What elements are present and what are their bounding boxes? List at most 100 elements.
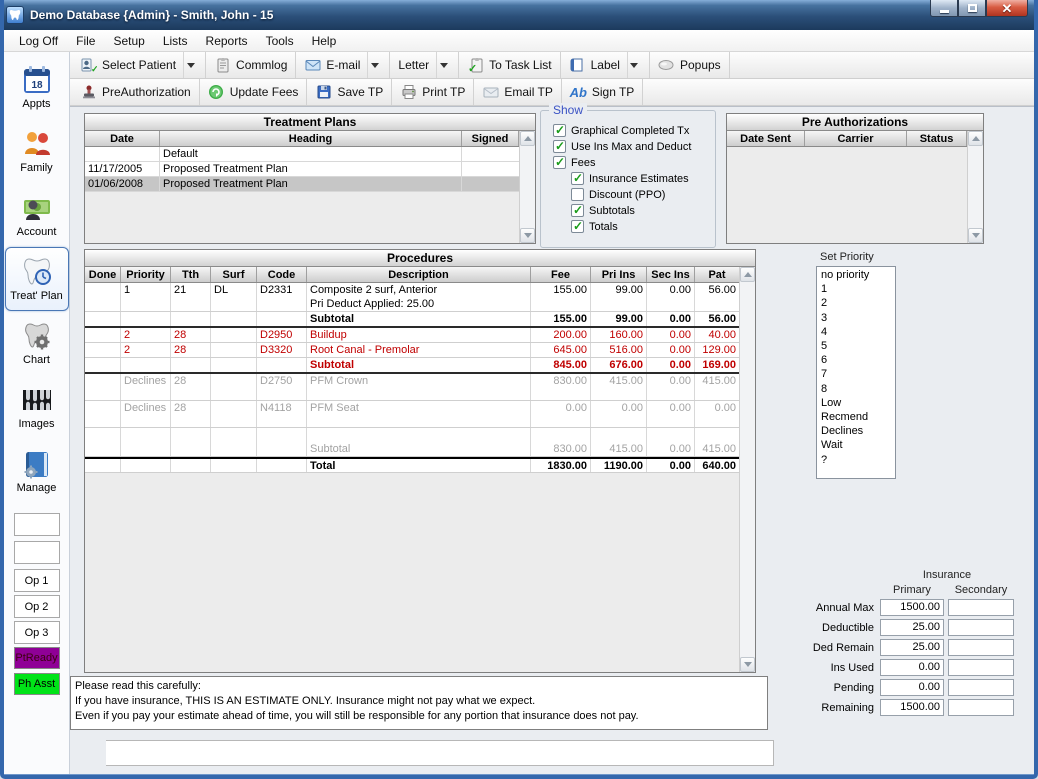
menu-item[interactable]: Log Off: [10, 32, 67, 50]
scroll-up-icon[interactable]: [740, 267, 755, 282]
insurance-primary-field[interactable]: 25.00: [880, 619, 944, 636]
menu-item[interactable]: Reports: [197, 32, 257, 50]
priority-option[interactable]: 8: [817, 382, 895, 396]
sidebar-item-images[interactable]: Images: [5, 375, 69, 439]
show-option[interactable]: Graphical Completed Tx: [553, 124, 715, 137]
insurance-secondary-field[interactable]: [948, 639, 1014, 656]
show-option[interactable]: Use Ins Max and Deduct: [553, 140, 715, 153]
maximize-button[interactable]: [958, 0, 986, 17]
pre-authorizations-scrollbar[interactable]: [967, 131, 983, 243]
procedure-row[interactable]: Subtotal 845.00 676.00 0.00 169.00: [85, 358, 739, 374]
insurance-secondary-field[interactable]: [948, 599, 1014, 616]
show-option[interactable]: Subtotals: [571, 204, 715, 217]
procedure-row[interactable]: 2 28 D3320 Root Canal - Premolar 645.00 …: [85, 343, 739, 358]
procedures-scrollbar[interactable]: [739, 267, 755, 672]
scroll-up-icon[interactable]: [520, 131, 535, 146]
priority-option[interactable]: no priority: [817, 268, 895, 282]
chevron-down-icon[interactable]: [183, 52, 197, 78]
commlog-button[interactable]: Commlog: [206, 52, 296, 78]
priority-option[interactable]: 5: [817, 339, 895, 353]
checkbox[interactable]: [553, 124, 566, 137]
minimize-button[interactable]: [930, 0, 958, 17]
procedure-row[interactable]: [85, 428, 739, 442]
checkbox[interactable]: [571, 188, 584, 201]
status-box[interactable]: PtReady: [14, 647, 60, 669]
priority-option[interactable]: 7: [817, 367, 895, 381]
sidebar-item-treat-plan[interactable]: Treat' Plan: [5, 247, 69, 311]
priority-option[interactable]: 3: [817, 311, 895, 325]
menu-item[interactable]: Lists: [154, 32, 197, 50]
scroll-up-icon[interactable]: [968, 131, 983, 146]
show-option[interactable]: Totals: [571, 220, 715, 233]
priority-option[interactable]: 6: [817, 353, 895, 367]
priority-option[interactable]: ?: [817, 453, 895, 467]
scroll-down-icon[interactable]: [520, 228, 535, 243]
treatment-plan-row[interactable]: Default: [85, 147, 519, 162]
popups-button[interactable]: Popups: [650, 52, 730, 78]
scroll-down-icon[interactable]: [740, 657, 755, 672]
priority-option[interactable]: 1: [817, 282, 895, 296]
priority-option[interactable]: 2: [817, 296, 895, 310]
save-tp-button[interactable]: Save TP: [307, 79, 392, 105]
insurance-primary-field[interactable]: 0.00: [880, 659, 944, 676]
status-box[interactable]: Ph Asst: [14, 673, 60, 695]
operatory-box[interactable]: Op 1: [14, 569, 60, 592]
procedure-row[interactable]: 2 28 D2950 Buildup 200.00 160.00 0.00 4: [85, 328, 739, 343]
procedure-row[interactable]: Subtotal 155.00 99.00 0.00 56.00: [85, 312, 739, 328]
insurance-primary-field[interactable]: 0.00: [880, 679, 944, 696]
show-option[interactable]: Insurance Estimates: [571, 172, 715, 185]
checkbox[interactable]: [571, 220, 584, 233]
treatment-plan-row[interactable]: 01/06/2008 Proposed Treatment Plan: [85, 177, 519, 192]
chevron-down-icon[interactable]: [627, 52, 641, 78]
checkbox[interactable]: [553, 156, 566, 169]
show-option[interactable]: Fees: [553, 156, 715, 169]
sign-tp-button[interactable]: Ab Sign TP: [562, 79, 643, 105]
chevron-down-icon[interactable]: [436, 52, 450, 78]
sidebar-item-family[interactable]: Family: [5, 119, 69, 183]
sidebar-item-manage[interactable]: Manage: [5, 439, 69, 503]
label-button[interactable]: Label: [561, 52, 650, 78]
priority-option[interactable]: 4: [817, 325, 895, 339]
checkbox[interactable]: [571, 172, 584, 185]
treatment-plans-scrollbar[interactable]: [519, 131, 535, 243]
procedure-row[interactable]: Total 1830.00 1190.00 0.00 640.00: [85, 457, 739, 473]
insurance-primary-field[interactable]: 1500.00: [880, 699, 944, 716]
procedure-row[interactable]: Subtotal 830.00 415.00 0.00 415.00: [85, 442, 739, 457]
chevron-down-icon[interactable]: [367, 52, 381, 78]
procedure-row[interactable]: Declines 28 D2750 PFM Crown 830.00 415.0…: [85, 374, 739, 401]
to-task-list-button[interactable]: ✓ To Task List: [459, 52, 560, 78]
update-fees-button[interactable]: Update Fees: [200, 79, 308, 105]
insurance-secondary-field[interactable]: [948, 619, 1014, 636]
insurance-secondary-field[interactable]: [948, 659, 1014, 676]
insurance-secondary-field[interactable]: [948, 679, 1014, 696]
priority-option[interactable]: Low: [817, 396, 895, 410]
letter-button[interactable]: Letter: [390, 52, 459, 78]
priority-option[interactable]: Wait: [817, 438, 895, 452]
sidebar-item-appts[interactable]: 18 Appts: [5, 55, 69, 119]
show-option[interactable]: Discount (PPO): [571, 188, 715, 201]
procedure-row[interactable]: 1 21 DL D2331 Composite 2 surf, Anterior…: [85, 283, 739, 312]
menu-item[interactable]: Setup: [104, 32, 153, 50]
operatory-box[interactable]: Op 3: [14, 621, 60, 644]
preauthorization-button[interactable]: PreAuthorization: [72, 79, 200, 105]
email-tp-button[interactable]: Email TP: [474, 79, 561, 105]
print-tp-button[interactable]: Print TP: [392, 79, 474, 105]
menu-item[interactable]: Help: [303, 32, 346, 50]
insurance-primary-field[interactable]: 25.00: [880, 639, 944, 656]
menu-item[interactable]: Tools: [257, 32, 303, 50]
priority-option[interactable]: Recmend: [817, 410, 895, 424]
insurance-primary-field[interactable]: 1500.00: [880, 599, 944, 616]
menu-item[interactable]: File: [67, 32, 104, 50]
checkbox[interactable]: [571, 204, 584, 217]
close-button[interactable]: ✕: [986, 0, 1028, 17]
insurance-secondary-field[interactable]: [948, 699, 1014, 716]
priority-option[interactable]: Declines: [817, 424, 895, 438]
sidebar-item-account[interactable]: Account: [5, 183, 69, 247]
treatment-plan-row[interactable]: 11/17/2005 Proposed Treatment Plan: [85, 162, 519, 177]
procedure-row[interactable]: Declines 28 N4118 PFM Seat 0.00 0.00 0.0…: [85, 401, 739, 428]
select-patient-button[interactable]: ✓ Select Patient: [72, 52, 206, 78]
scroll-down-icon[interactable]: [968, 228, 983, 243]
operatory-box[interactable]: Op 2: [14, 595, 60, 618]
sidebar-item-chart[interactable]: Chart: [5, 311, 69, 375]
title-bar[interactable]: Demo Database {Admin} - Smith, John - 15…: [0, 0, 1038, 30]
